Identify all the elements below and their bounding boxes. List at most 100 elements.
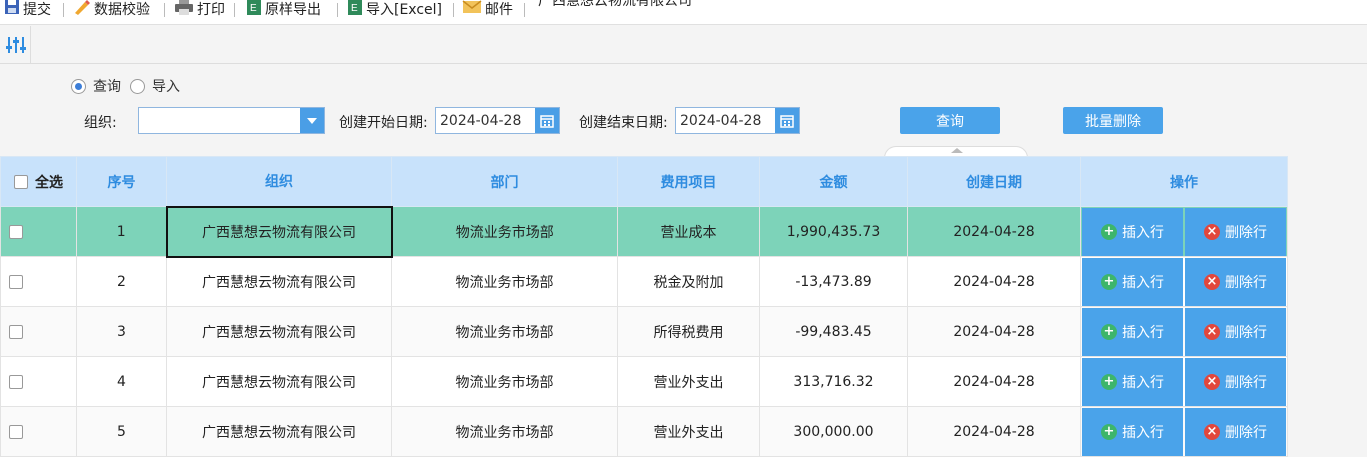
insert-row-button[interactable]: + 插入行	[1082, 407, 1183, 456]
row-amount[interactable]: -99,483.45	[759, 306, 908, 357]
calendar-icon[interactable]	[775, 108, 799, 133]
select-all-header[interactable]: 全选	[0, 156, 77, 207]
row-date[interactable]: 2024-04-28	[907, 306, 1081, 357]
row-date[interactable]: 2024-04-28	[907, 206, 1081, 257]
insert-row-button[interactable]: + 插入行	[1082, 257, 1183, 306]
row-expense[interactable]: 营业外支出	[617, 356, 760, 407]
amount-header: 金额	[759, 156, 908, 207]
calendar-icon[interactable]	[535, 108, 559, 133]
date-header: 创建日期	[907, 156, 1081, 207]
table-row[interactable]: 4 广西慧想云物流有限公司 物流业务市场部 营业外支出 313,716.32 2…	[0, 356, 1288, 407]
close-icon: ×	[1204, 423, 1220, 440]
org-select[interactable]	[138, 107, 325, 134]
batch-delete-button[interactable]: 批量删除	[1063, 107, 1163, 134]
row-index: 2	[76, 256, 167, 307]
printer-icon	[174, 0, 194, 19]
save-icon	[4, 0, 20, 19]
query-button[interactable]: 查询	[900, 107, 1000, 134]
svg-text:E: E	[250, 3, 257, 14]
row-dept[interactable]: 物流业务市场部	[391, 306, 618, 357]
row-org[interactable]: 广西慧想云物流有限公司	[166, 406, 392, 457]
current-org-label: 广西慧想云物流有限公司	[538, 0, 692, 9]
start-date-input[interactable]: 2024-04-28	[435, 107, 560, 134]
index-header: 序号	[76, 156, 167, 207]
delete-row-button[interactable]: × 删除行	[1185, 207, 1286, 256]
envelope-icon	[462, 0, 482, 19]
import-excel-button[interactable]: E 导入[Excel]	[347, 0, 442, 21]
row-ops: + 插入行 × 删除行	[1080, 306, 1288, 357]
close-icon: ×	[1204, 223, 1220, 240]
sliders-icon[interactable]	[2, 26, 30, 63]
row-checkbox[interactable]	[9, 374, 23, 389]
plus-icon: +	[1101, 423, 1117, 440]
row-expense[interactable]: 税金及附加	[617, 256, 760, 307]
row-checkbox[interactable]	[9, 224, 23, 239]
filter-bar	[0, 26, 1367, 64]
row-index: 5	[76, 406, 167, 457]
row-checkbox-cell[interactable]	[0, 356, 77, 407]
query-panel: 查询 导入 组织: 创建开始日期: 2024-04-28 创建结束日期: 202…	[0, 65, 1367, 158]
org-label: 组织:	[84, 115, 117, 131]
row-org[interactable]: 广西慧想云物流有限公司	[166, 256, 392, 307]
row-expense[interactable]: 营业外支出	[617, 406, 760, 457]
insert-row-button[interactable]: + 插入行	[1082, 307, 1183, 356]
row-checkbox-cell[interactable]	[0, 206, 77, 257]
row-date[interactable]: 2024-04-28	[907, 256, 1081, 307]
row-checkbox[interactable]	[9, 274, 23, 289]
start-date-label: 创建开始日期:	[339, 115, 428, 131]
table-row[interactable]: 2 广西慧想云物流有限公司 物流业务市场部 税金及附加 -13,473.89 2…	[0, 256, 1288, 307]
end-date-input[interactable]: 2024-04-28	[675, 107, 800, 134]
row-index: 1	[76, 206, 167, 257]
row-checkbox[interactable]	[9, 324, 23, 339]
export-button[interactable]: E 原样导出	[246, 0, 321, 21]
mode-query-radio[interactable]: 查询	[71, 76, 121, 96]
delete-row-button[interactable]: × 删除行	[1185, 257, 1286, 306]
plus-icon: +	[1101, 373, 1117, 390]
table-header-row: 全选 序号 组织 部门 费用项目 金额 创建日期 操作	[0, 156, 1288, 207]
delete-row-button[interactable]: × 删除行	[1185, 407, 1286, 456]
chevron-down-icon[interactable]	[300, 108, 324, 133]
row-ops: + 插入行 × 删除行	[1080, 406, 1288, 457]
close-icon: ×	[1204, 323, 1220, 340]
close-icon: ×	[1204, 373, 1220, 390]
mail-button[interactable]: 邮件	[462, 0, 513, 21]
row-dept[interactable]: 物流业务市场部	[391, 356, 618, 407]
row-ops: + 插入行 × 删除行	[1080, 356, 1288, 407]
radio-selected-icon	[71, 78, 86, 94]
row-checkbox-cell[interactable]	[0, 256, 77, 307]
validate-button[interactable]: 数据校验	[73, 0, 150, 21]
row-expense[interactable]: 营业成本	[617, 206, 760, 257]
row-dept[interactable]: 物流业务市场部	[391, 406, 618, 457]
row-checkbox-cell[interactable]	[0, 406, 77, 457]
mode-import-radio[interactable]: 导入	[130, 76, 180, 96]
select-all-checkbox[interactable]	[14, 174, 28, 189]
row-ops: + 插入行 × 删除行	[1080, 256, 1288, 307]
end-date-label: 创建结束日期:	[579, 115, 668, 131]
insert-row-button[interactable]: + 插入行	[1082, 207, 1183, 256]
row-ops: + 插入行 × 删除行	[1080, 206, 1288, 257]
row-amount[interactable]: 300,000.00	[759, 406, 908, 457]
print-button[interactable]: 打印	[174, 0, 225, 21]
row-dept[interactable]: 物流业务市场部	[391, 256, 618, 307]
table-row[interactable]: 3 广西慧想云物流有限公司 物流业务市场部 所得税费用 -99,483.45 2…	[0, 306, 1288, 357]
row-org[interactable]: 广西慧想云物流有限公司	[166, 356, 392, 407]
excel-export-icon: E	[246, 0, 262, 20]
row-org[interactable]: 广西慧想云物流有限公司	[166, 306, 392, 357]
row-amount[interactable]: -13,473.89	[759, 256, 908, 307]
row-dept[interactable]: 物流业务市场部	[391, 206, 618, 257]
row-index: 4	[76, 356, 167, 407]
table-row[interactable]: 1 广西慧想云物流有限公司 物流业务市场部 营业成本 1,990,435.73 …	[0, 205, 1288, 258]
row-date[interactable]: 2024-04-28	[907, 356, 1081, 407]
row-amount[interactable]: 1,990,435.73	[759, 206, 908, 257]
plus-icon: +	[1101, 273, 1117, 290]
row-org[interactable]: 广西慧想云物流有限公司	[165, 205, 393, 258]
row-checkbox-cell[interactable]	[0, 306, 77, 357]
delete-row-button[interactable]: × 删除行	[1185, 307, 1286, 356]
submit-button[interactable]: 提交	[4, 0, 51, 21]
table-row[interactable]: 5 广西慧想云物流有限公司 物流业务市场部 营业外支出 300,000.00 2…	[0, 406, 1288, 457]
insert-row-button[interactable]: + 插入行	[1082, 357, 1183, 406]
delete-row-button[interactable]: × 删除行	[1185, 357, 1286, 406]
row-expense[interactable]: 所得税费用	[617, 306, 760, 357]
row-amount[interactable]: 313,716.32	[759, 356, 908, 407]
row-date[interactable]: 2024-04-28	[907, 406, 1081, 457]
